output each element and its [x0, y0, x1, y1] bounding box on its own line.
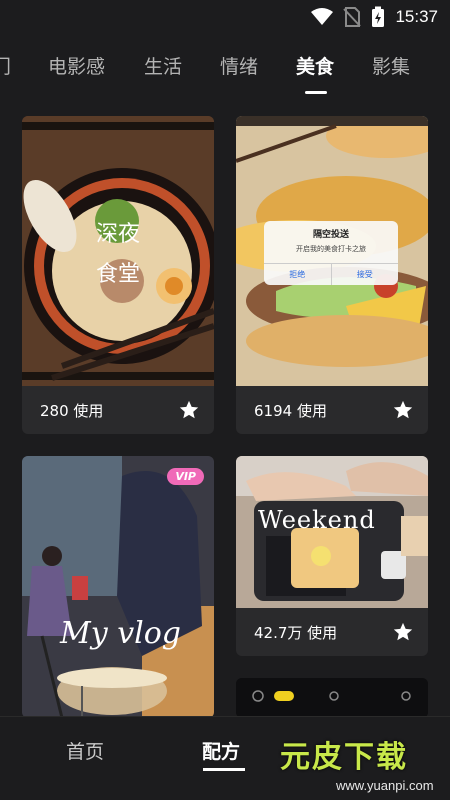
star-icon[interactable] [392, 399, 414, 421]
vip-badge: VIP [167, 468, 204, 485]
no-sim-icon [343, 7, 362, 27]
tab-album[interactable]: 影集 [372, 52, 410, 79]
star-icon[interactable] [392, 621, 414, 643]
template-card-my-vlog[interactable]: VIP My vlog [22, 456, 214, 718]
status-time: 15:37 [395, 7, 438, 26]
usage-count: 280 使用 [40, 401, 104, 420]
card-overlay-title: Weekend [258, 506, 376, 534]
watermark-url: www.yuanpi.com [336, 778, 434, 793]
decline-button[interactable]: 拒绝 [264, 264, 332, 285]
card-thumbnail: Weekend [236, 456, 428, 608]
template-card-weekend[interactable]: Weekend 42.7万 使用 [236, 456, 428, 656]
usage-count: 6194 使用 [254, 401, 327, 420]
card-thumbnail [236, 678, 428, 718]
watermark-title: 元皮下载 [280, 740, 408, 775]
tab-food[interactable]: 美食 [296, 52, 334, 79]
template-card-partial[interactable] [236, 678, 428, 718]
wifi-icon [311, 8, 334, 25]
active-tab-indicator [305, 91, 327, 94]
dialog-title: 隔空投送 [312, 230, 349, 240]
card-thumbnail: VIP My vlog [22, 456, 214, 718]
card-footer: 280 使用 [22, 386, 214, 434]
active-nav-indicator [203, 768, 245, 771]
card-overlay-title: 食堂 [96, 262, 141, 287]
card-thumbnail: 深夜 食堂 [22, 116, 214, 386]
site-watermark: 元皮下载 www.yuanpi.com [268, 730, 450, 800]
card-overlay-title: My vlog [60, 616, 182, 651]
airdrop-dialog: 隔空投送 开启我的美食打卡之旅 拒绝 接受 [264, 221, 398, 285]
template-card-airdrop[interactable]: 隔空投送 开启我的美食打卡之旅 拒绝 接受 6194 使用 [236, 116, 428, 434]
template-card-late-night-canteen[interactable]: 深夜 食堂 280 使用 [22, 116, 214, 434]
tab-cinematic[interactable]: 电影感 [48, 52, 105, 79]
tab-mood[interactable]: 情绪 [220, 52, 258, 79]
card-thumbnail: 隔空投送 开启我的美食打卡之旅 拒绝 接受 [236, 116, 428, 386]
usage-count: 42.7万 使用 [254, 623, 338, 642]
tab-hot[interactable]: 门 [0, 52, 11, 79]
card-footer: 42.7万 使用 [236, 608, 428, 656]
nav-home[interactable]: 首页 [66, 737, 104, 764]
nav-recipes[interactable]: 配方 [202, 737, 240, 764]
battery-charging-icon [372, 6, 385, 27]
status-bar: 15:37 [0, 0, 450, 36]
accept-button[interactable]: 接受 [332, 264, 399, 285]
status-icons: 15:37 [311, 6, 438, 28]
star-icon[interactable] [178, 399, 200, 421]
card-footer: 6194 使用 [236, 386, 428, 434]
category-tabs: 门 电影感 生活 情绪 美食 影集 [0, 52, 450, 92]
dialog-body: 开启我的美食打卡之旅 [296, 245, 366, 253]
tab-life[interactable]: 生活 [144, 52, 182, 79]
card-overlay-title: 深夜 [96, 222, 141, 247]
